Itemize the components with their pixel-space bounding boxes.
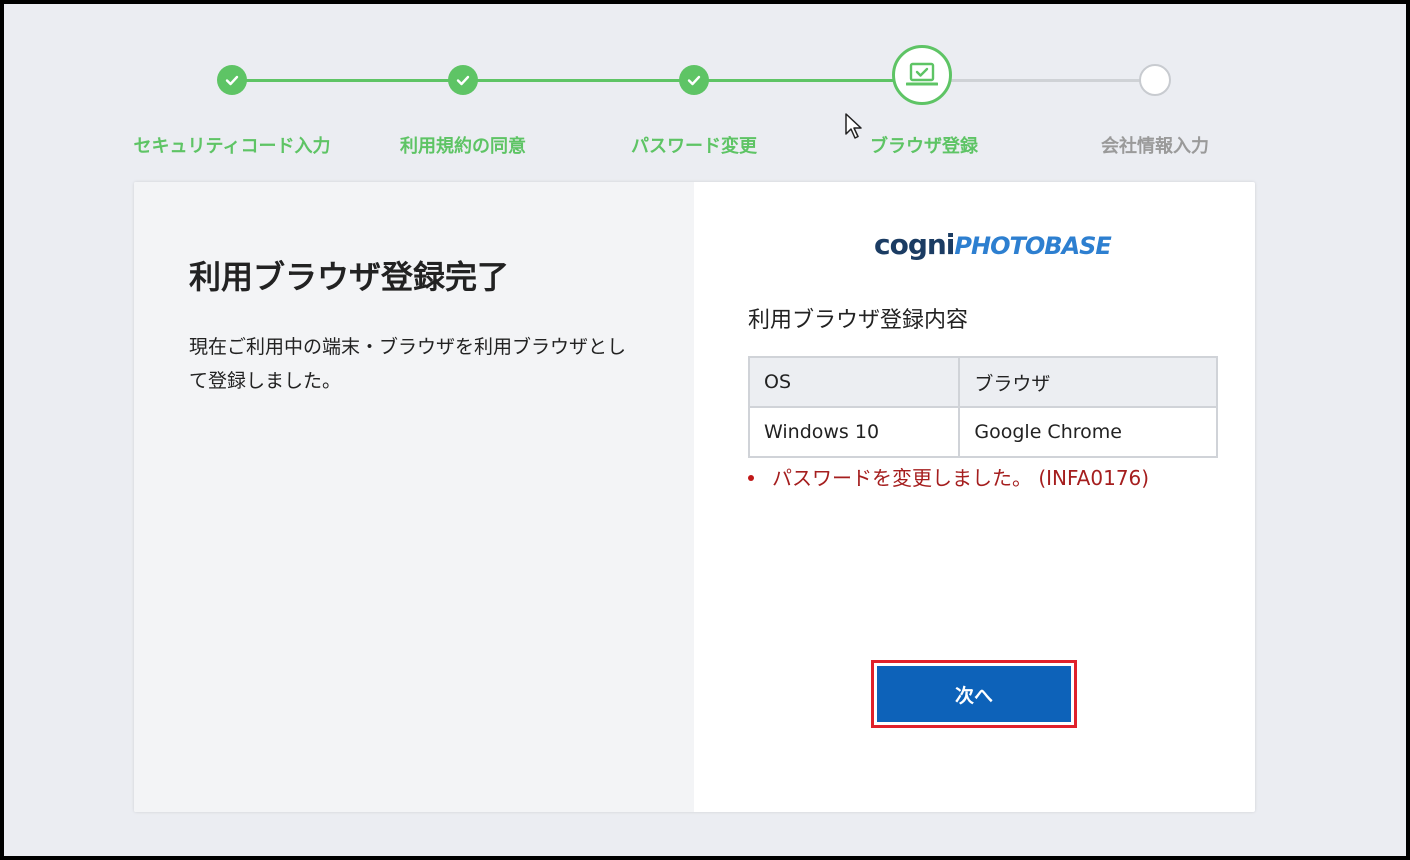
step-4-laptop-icon: [892, 45, 952, 105]
step-label-security-code: セキュリティコード入力: [133, 136, 331, 157]
step-label-company: 会社情報入力: [1101, 136, 1209, 157]
step-label-browser: ブラウザ登録: [870, 136, 978, 157]
step-3-check-icon: [679, 65, 709, 95]
message-text: パスワードを変更しました。 (INFA0176): [772, 466, 1150, 490]
browser-info-table: OS ブラウザ Windows 10 Google Chrome: [747, 356, 1218, 458]
cogni-photobase-logo: cogniPHOTOBASE: [874, 228, 1112, 261]
step-2-check-icon: [448, 65, 478, 95]
stepper-track-done: [232, 79, 924, 82]
step-label-password: パスワード変更: [631, 136, 757, 157]
stepper-track-todo: [924, 79, 1155, 82]
table-row: Windows 10 Google Chrome: [747, 406, 1218, 458]
mouse-cursor-icon: [845, 113, 862, 139]
registration-details-heading: 利用ブラウザ登録内容: [748, 308, 969, 333]
progress-stepper: セキュリティコード入力 利用規約の同意 パスワード変更 ブラウザ登録 会社情報入…: [4, 4, 1406, 174]
completion-description: 現在ご利用中の端末・ブラウザを利用ブラウザとして登録しました。: [189, 336, 627, 392]
header-os: OS: [747, 356, 961, 408]
password-changed-message: パスワードを変更しました。 (INFA0176): [748, 462, 1149, 491]
table-header-row: OS ブラウザ: [747, 356, 1218, 408]
page-title: 利用ブラウザ登録完了: [189, 258, 510, 296]
card-left-panel: 利用ブラウザ登録完了 現在ご利用中の端末・ブラウザを利用ブラウザとして登録しまし…: [134, 182, 694, 812]
screen: セキュリティコード入力 利用規約の同意 パスワード変更 ブラウザ登録 会社情報入…: [4, 4, 1406, 856]
cell-browser: Google Chrome: [958, 406, 1218, 458]
bullet-dot-icon: [748, 474, 754, 481]
step-label-terms: 利用規約の同意: [400, 136, 526, 157]
cell-os: Windows 10: [747, 406, 961, 458]
registration-card: 利用ブラウザ登録完了 現在ご利用中の端末・ブラウザを利用ブラウザとして登録しまし…: [134, 182, 1255, 812]
next-button-highlight: 次へ: [871, 660, 1077, 728]
header-browser: ブラウザ: [958, 356, 1218, 408]
logo-photobase: PHOTOBASE: [954, 232, 1111, 260]
step-1-check-icon: [217, 65, 247, 95]
next-button[interactable]: 次へ: [877, 666, 1071, 722]
logo-cogni: cogni: [874, 228, 955, 261]
step-5-pending-circle: [1139, 64, 1171, 96]
